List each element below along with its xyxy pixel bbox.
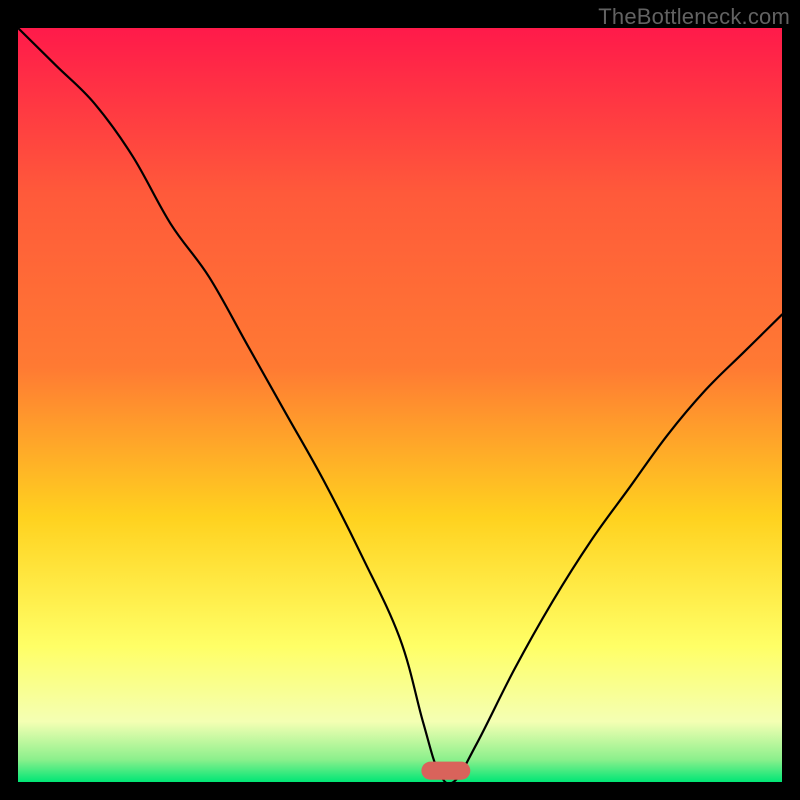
chart-frame: TheBottleneck.com: [0, 0, 800, 800]
plot-area: [18, 28, 782, 782]
watermark-text: TheBottleneck.com: [598, 4, 790, 30]
gradient-background: [18, 28, 782, 782]
optimal-marker: [421, 762, 470, 780]
bottleneck-chart: [18, 28, 782, 782]
